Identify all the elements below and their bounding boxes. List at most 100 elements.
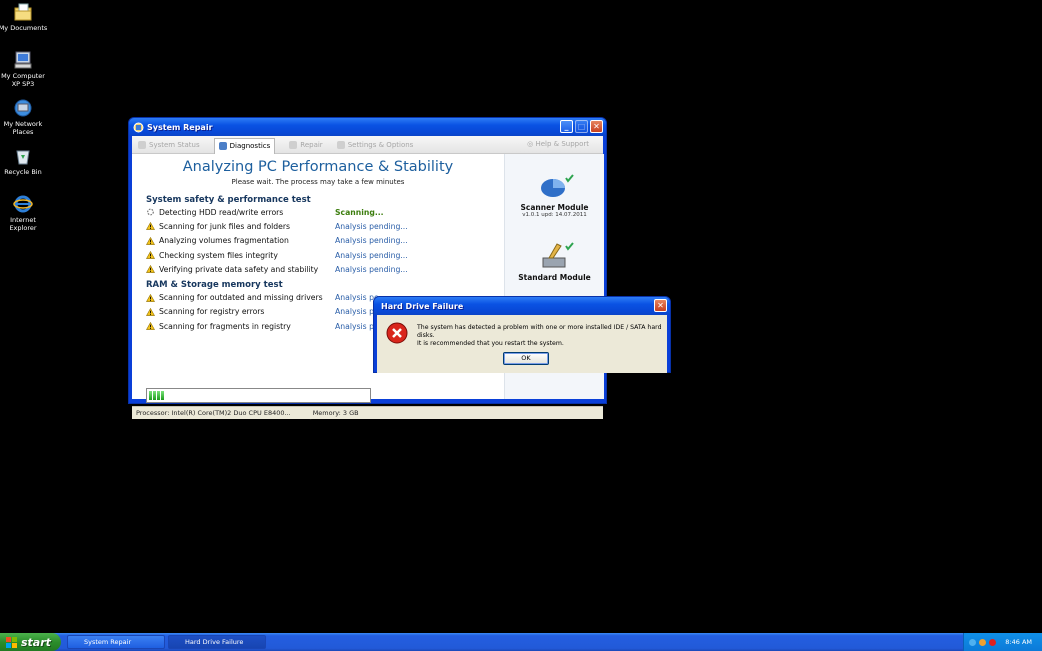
dialog-title: Hard Drive Failure: [381, 301, 464, 311]
desktop-icon-internet-explorer[interactable]: Internet Explorer: [0, 194, 48, 232]
warning-icon: [146, 265, 155, 274]
desktop-icon-my-documents[interactable]: My Documents: [0, 2, 48, 32]
tab-repair[interactable]: Repair: [289, 140, 323, 149]
network-icon: [14, 99, 32, 117]
settings-icon: [336, 140, 345, 149]
page-subtitle: Please wait. The process may take a few …: [231, 178, 405, 186]
task-status: Scanning...: [335, 207, 384, 217]
tab-settings[interactable]: Settings & Options: [336, 140, 413, 149]
dialog-message-line: The system has detected a problem with o…: [417, 324, 662, 339]
diagnostics-icon: [218, 142, 227, 150]
status-bar: Processor: Intel(R) Core(TM)2 Duo CPU E8…: [132, 406, 603, 419]
processor-info: Processor: Intel(R) Core(TM)2 Duo CPU E8…: [136, 409, 291, 417]
section-title-ram: RAM & Storage memory test: [146, 280, 283, 291]
help-support-link[interactable]: ◎ Help & Support: [527, 140, 589, 148]
taskbar-item-system-repair[interactable]: System Repair: [67, 635, 165, 649]
titlebar[interactable]: System Repair _ □ ✕: [129, 118, 606, 136]
task-row: Scanning for junk files and folders Analy…: [132, 219, 504, 233]
progress-fill: [149, 391, 368, 400]
desktop-icon-network-places[interactable]: My Network Places: [0, 98, 48, 136]
task-row: Analyzing volumes fragmentation Analysis …: [132, 234, 504, 248]
task-name: Verifying private data safety and stabil…: [159, 264, 319, 274]
task-name: Scanning for junk files and folders: [159, 221, 291, 231]
start-label: start: [21, 635, 51, 649]
dialog-close-button[interactable]: ✕: [654, 299, 667, 312]
task-row: Verifying private data safety and stabil…: [132, 262, 504, 276]
internet-explorer-icon: [13, 195, 33, 213]
tab-system-status[interactable]: System Status: [138, 140, 200, 149]
taskbar: start System Repair Hard Drive Failure 8…: [0, 633, 1042, 651]
task-status[interactable]: Analysis pending...: [335, 251, 408, 260]
desktop-icon-label: Recycle Bin: [4, 168, 42, 176]
tray-security-icon[interactable]: [979, 638, 987, 646]
folder-documents-icon: [14, 3, 32, 21]
recycle-bin-icon: [16, 150, 30, 165]
warning-icon: [146, 222, 155, 231]
warning-icon: [146, 307, 155, 316]
task-name: Analyzing volumes fragmentation: [159, 236, 289, 246]
memory-info: Memory: 3 GB: [312, 409, 359, 417]
task-list-safety: Detecting HDD read/write errors Scanning.…: [132, 205, 504, 276]
system-status-icon: [138, 140, 146, 149]
taskbar-item-hard-drive-failure[interactable]: Hard Drive Failure: [168, 635, 266, 649]
module-version: v1.0.1 upd: 14.07.2011: [522, 212, 587, 218]
clock: 8:46 AM: [1005, 638, 1032, 646]
warning-icon: [146, 293, 155, 302]
task-name: Scanning for outdated and missing driver…: [159, 293, 323, 303]
module-standard: Standard Module: [505, 240, 604, 282]
spinner-icon: [147, 208, 154, 216]
desktop-icon-my-computer[interactable]: My Computer XP SP3: [0, 50, 48, 88]
task-name: Scanning for registry errors: [159, 307, 265, 317]
broom-icon: [542, 242, 574, 268]
task-status[interactable]: Analysis pending...: [335, 222, 408, 231]
app-icon: [133, 122, 144, 132]
tab-diagnostics[interactable]: Diagnostics: [213, 137, 276, 154]
task-row: Detecting HDD read/write errors Scanning.…: [132, 205, 504, 219]
taskbar-item-label: Hard Drive Failure: [185, 638, 244, 646]
desktop-icon-label: Internet Explorer: [9, 216, 37, 232]
system-tray: 8:46 AM: [963, 633, 1042, 651]
dialog-message-line: It is recommended that you restart the s…: [417, 340, 564, 347]
desktop-icon-recycle-bin[interactable]: Recycle Bin: [0, 146, 48, 176]
tab-bar: System Status Diagnostics Repair Setting…: [132, 136, 603, 154]
tray-network-icon[interactable]: [969, 638, 977, 646]
repair-icon: [289, 140, 298, 149]
pie-chart-icon: [540, 174, 574, 197]
task-status[interactable]: Analysis pending...: [335, 236, 408, 245]
progress-block: [153, 391, 156, 400]
progress-block: [149, 391, 152, 400]
tray-alert-icon[interactable]: [989, 638, 997, 646]
page-title: Analyzing PC Performance & Stability: [182, 159, 454, 175]
task-status[interactable]: Analysis pending...: [335, 265, 408, 274]
module-name: Standard Module: [518, 273, 591, 282]
hard-drive-failure-dialog: Hard Drive Failure ✕ The system has dete…: [373, 296, 671, 373]
module-name: Scanner Module: [520, 203, 589, 212]
error-icon: [386, 322, 408, 344]
computer-icon: [14, 51, 32, 69]
progress-block: [157, 391, 160, 400]
section-title-safety: System safety & performance test: [146, 195, 311, 205]
progress-bar: [146, 388, 371, 403]
warning-icon: [146, 251, 155, 259]
warning-icon: [146, 236, 155, 245]
desktop-icon-label: My Documents: [0, 24, 48, 32]
maximize-button[interactable]: □: [575, 120, 588, 133]
window-title: System Repair: [147, 122, 213, 132]
dialog-titlebar[interactable]: Hard Drive Failure ✕: [374, 297, 670, 315]
task-row: Checking system files integrity Analysis …: [132, 248, 504, 262]
desktop-icon-label: My Network Places: [3, 120, 43, 136]
start-button[interactable]: start: [0, 633, 61, 651]
progress-block: [161, 391, 164, 400]
close-button[interactable]: ✕: [590, 120, 603, 133]
taskbar-item-label: System Repair: [84, 638, 132, 646]
desktop-icon-label: My Computer XP SP3: [1, 72, 45, 88]
windows-logo-icon: [6, 636, 17, 648]
warning-icon: [146, 322, 155, 331]
minimize-button[interactable]: _: [560, 120, 573, 133]
task-name: Checking system files integrity: [159, 250, 278, 260]
task-name: Scanning for fragments in registry: [159, 321, 291, 331]
task-name: Detecting HDD read/write errors: [159, 207, 284, 217]
ok-button[interactable]: OK: [503, 352, 549, 365]
dialog-message: The system has detected a problem with o…: [417, 324, 667, 348]
module-scanner: Scanner Module v1.0.1 upd: 14.07.2011: [505, 172, 604, 218]
